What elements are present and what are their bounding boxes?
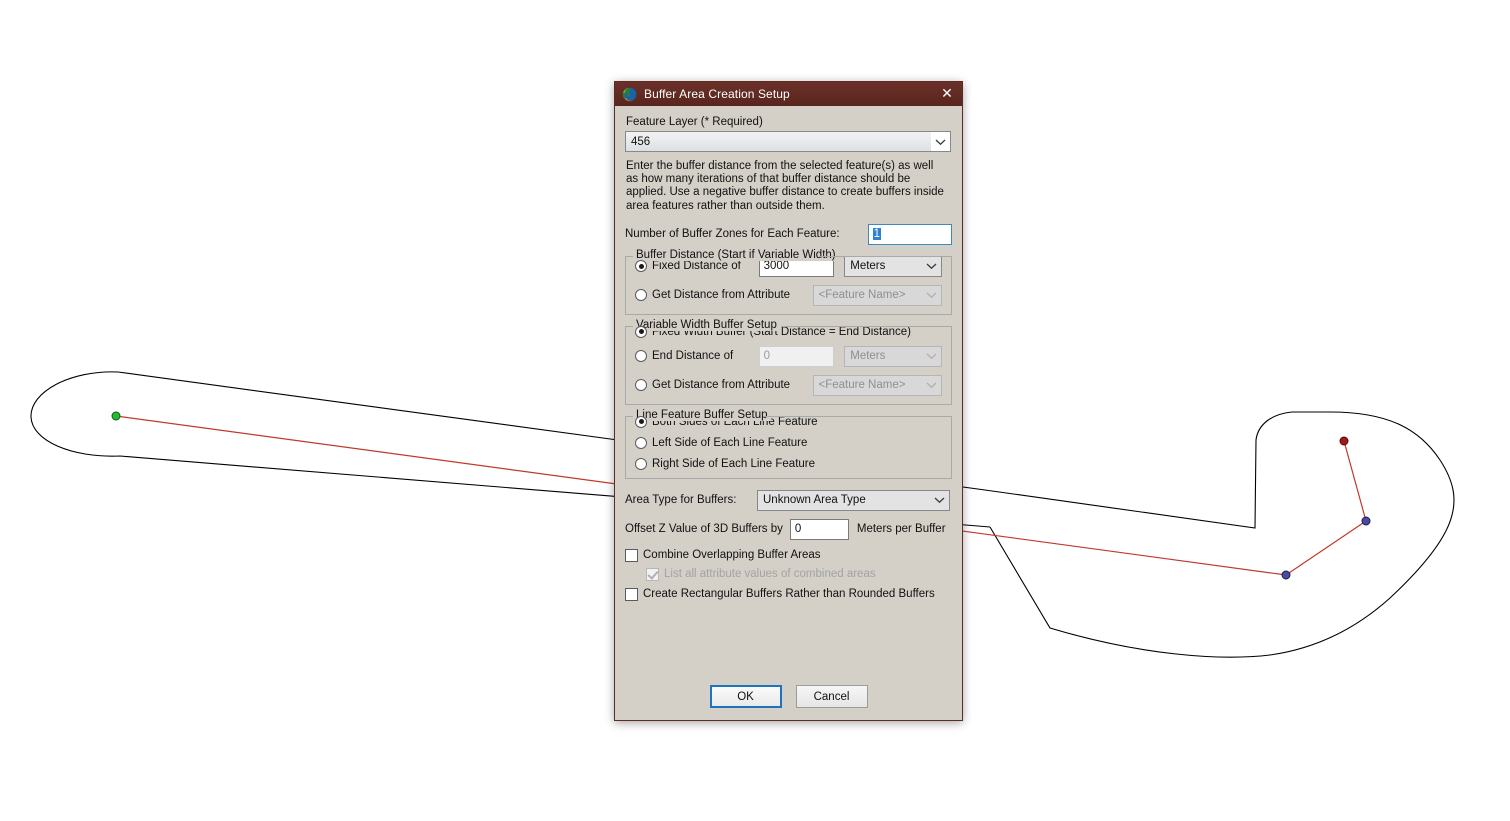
area-type-combo[interactable]: Unknown Area Type: [757, 489, 950, 511]
feature-layer-combo[interactable]: 456: [625, 131, 951, 152]
offset-z-input[interactable]: 0: [789, 518, 849, 540]
attribute-distance-row: Get Distance from Attribute <Feature Nam…: [635, 284, 942, 306]
combine-overlapping-label[interactable]: Combine Overlapping Buffer Areas: [643, 549, 821, 561]
list-attributes-row: List all attribute values of combined ar…: [646, 567, 952, 581]
radio-variable-distance-from-attribute[interactable]: [635, 379, 647, 392]
variable-width-group: Variable Width Buffer Setup Fixed Width …: [625, 318, 952, 405]
buffer-area-creation-dialog: Buffer Area Creation Setup ✕ Feature Lay…: [614, 81, 963, 721]
radio-distance-from-attribute[interactable]: [635, 289, 647, 302]
dialog-description: Enter the buffer distance from the selec…: [626, 160, 944, 212]
vertex-start[interactable]: [111, 411, 121, 421]
offset-z-label: Offset Z Value of 3D Buffers by: [625, 523, 783, 536]
area-type-value: Unknown Area Type: [758, 490, 930, 510]
buffer-zones-row: Number of Buffer Zones for Each Feature:…: [625, 223, 952, 245]
chevron-down-icon: [922, 375, 941, 395]
left-side-label[interactable]: Left Side of Each Line Feature: [652, 437, 807, 449]
radio-fixed-width-buffer[interactable]: [635, 325, 647, 338]
chevron-down-icon: [922, 285, 941, 305]
dialog-titlebar[interactable]: Buffer Area Creation Setup ✕: [615, 82, 962, 106]
right-side-label[interactable]: Right Side of Each Line Feature: [652, 458, 815, 470]
area-type-row: Area Type for Buffers: Unknown Area Type: [625, 489, 952, 511]
end-distance-input: 0: [758, 345, 835, 367]
chevron-down-icon: [922, 346, 941, 366]
buffer-zones-value: 1: [872, 228, 881, 241]
chevron-down-icon: [930, 490, 949, 510]
vertex-end[interactable]: [1339, 436, 1349, 446]
dialog-button-row: OK Cancel: [615, 685, 962, 708]
end-distance-units-combo: Meters: [844, 345, 942, 367]
ok-button[interactable]: OK: [709, 685, 782, 708]
variable-attribute-label[interactable]: Get Distance from Attribute: [652, 379, 813, 391]
list-attributes-label: List all attribute values of combined ar…: [664, 568, 876, 581]
variable-width-group-title: Variable Width Buffer Setup: [633, 318, 780, 331]
attribute-distance-combo: <Feature Name>: [812, 284, 942, 306]
rectangular-buffers-row: Create Rectangular Buffers Rather than R…: [625, 587, 952, 601]
globe-spiral-icon: [622, 87, 637, 102]
buffer-zones-label: Number of Buffer Zones for Each Feature:: [625, 228, 840, 241]
buffer-zones-input[interactable]: 1: [867, 223, 952, 245]
radio-both-sides[interactable]: [635, 415, 647, 428]
feature-layer-value: 456: [626, 132, 931, 151]
dialog-title: Buffer Area Creation Setup: [644, 87, 790, 101]
cancel-button[interactable]: Cancel: [795, 685, 868, 708]
vertex-mid-1[interactable]: [1281, 570, 1291, 580]
attribute-distance-value: <Feature Name>: [813, 285, 922, 305]
line-feature-group-title: Line Feature Buffer Setup: [633, 408, 771, 421]
checkbox-combine-overlapping[interactable]: [625, 548, 638, 562]
attribute-distance-label[interactable]: Get Distance from Attribute: [652, 289, 813, 301]
radio-fixed-distance[interactable]: [635, 260, 647, 273]
chevron-down-icon: [931, 132, 950, 151]
buffer-distance-group-title: Buffer Distance (Start if Variable Width…: [633, 248, 839, 261]
checkbox-rectangular-buffers[interactable]: [625, 587, 638, 601]
rectangular-buffers-label[interactable]: Create Rectangular Buffers Rather than R…: [643, 588, 935, 600]
chevron-down-icon: [922, 256, 941, 276]
buffer-distance-group: Buffer Distance (Start if Variable Width…: [625, 248, 952, 315]
checkbox-list-attributes: [646, 567, 659, 581]
application-window: Buffer Area Creation Setup ✕ Feature Lay…: [0, 0, 1510, 821]
fixed-distance-units-combo[interactable]: Meters: [844, 255, 942, 277]
variable-attribute-row: Get Distance from Attribute <Feature Nam…: [635, 374, 942, 396]
dialog-body: Feature Layer (* Required) 456 Enter the…: [615, 106, 962, 720]
fixed-distance-units-value: Meters: [845, 256, 922, 276]
feature-layer-label: Feature Layer (* Required): [626, 116, 763, 128]
variable-attribute-combo: <Feature Name>: [812, 374, 942, 396]
radio-right-side[interactable]: [635, 457, 647, 470]
cancel-button-label: Cancel: [813, 690, 850, 703]
line-option-row: Left Side of Each Line Feature: [635, 436, 942, 449]
line-option-row: Right Side of Each Line Feature: [635, 457, 942, 470]
area-type-label: Area Type for Buffers:: [625, 494, 737, 507]
vertex-mid-2[interactable]: [1361, 516, 1371, 526]
close-icon[interactable]: ✕: [932, 82, 962, 106]
radio-end-distance[interactable]: [635, 350, 647, 363]
radio-left-side[interactable]: [635, 436, 647, 449]
offset-z-row: Offset Z Value of 3D Buffers by 0 Meters…: [625, 518, 952, 540]
line-feature-group: Line Feature Buffer Setup Both Sides of …: [625, 408, 952, 479]
end-distance-row: End Distance of 0 Meters: [635, 345, 942, 367]
end-distance-units-value: Meters: [845, 346, 922, 366]
buffer-outline-right: [989, 411, 1455, 658]
offset-z-value: 0: [794, 523, 802, 536]
fixed-distance-value: 3000: [763, 260, 790, 273]
fixed-distance-label[interactable]: Fixed Distance of: [652, 260, 753, 272]
ok-button-label: OK: [737, 690, 754, 703]
offset-z-suffix: Meters per Buffer: [856, 523, 946, 536]
combine-overlapping-row: Combine Overlapping Buffer Areas: [625, 548, 952, 562]
end-distance-value: 0: [763, 350, 770, 363]
variable-attribute-value: <Feature Name>: [813, 375, 922, 395]
end-distance-label[interactable]: End Distance of: [652, 350, 753, 362]
